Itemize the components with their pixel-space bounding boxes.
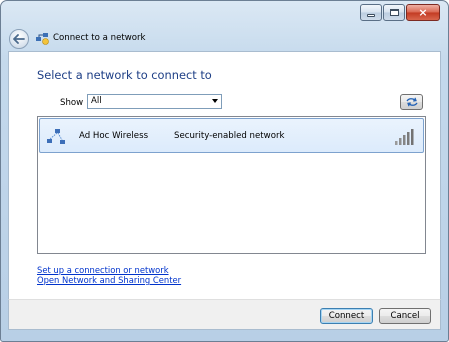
maximize-button[interactable] [383, 4, 405, 21]
show-label: Show [60, 98, 84, 108]
minimize-button[interactable] [360, 4, 382, 21]
maximize-icon [389, 9, 399, 16]
back-button[interactable] [9, 29, 29, 49]
cancel-button[interactable]: Cancel [379, 308, 431, 324]
title-bar: × Connect to a network [1, 1, 448, 51]
show-filter-dropdown[interactable]: All [87, 94, 222, 109]
network-wizard-icon [36, 33, 49, 45]
back-arrow-icon [13, 34, 25, 44]
page-heading: Select a network to connect to [37, 68, 212, 82]
connect-to-network-window: × Connect to a network Select a network … [0, 0, 449, 342]
network-list-item[interactable]: Ad Hoc Wireless Security-enabled network [39, 118, 424, 153]
network-list: Ad Hoc Wireless Security-enabled network [37, 116, 426, 254]
network-security-status: Security-enabled network [174, 131, 285, 141]
window-controls: × [360, 4, 440, 22]
network-sharing-center-link[interactable]: Open Network and Sharing Center [37, 275, 181, 285]
signal-strength-icon [395, 129, 414, 145]
close-icon: × [418, 6, 428, 19]
content-panel: Select a network to connect to Show All [8, 51, 441, 299]
show-filter-value: All [91, 96, 102, 106]
connect-button[interactable]: Connect [320, 308, 373, 324]
minimize-icon [367, 13, 375, 17]
network-name: Ad Hoc Wireless [79, 131, 149, 141]
refresh-icon [405, 97, 418, 107]
button-bar: Connect Cancel [8, 299, 441, 330]
chevron-down-icon [212, 99, 218, 103]
refresh-button[interactable] [400, 94, 423, 110]
setup-connection-link[interactable]: Set up a connection or network [37, 265, 169, 275]
close-button[interactable]: × [406, 4, 440, 21]
adhoc-network-icon [47, 129, 65, 144]
window-title: Connect to a network [53, 33, 146, 43]
